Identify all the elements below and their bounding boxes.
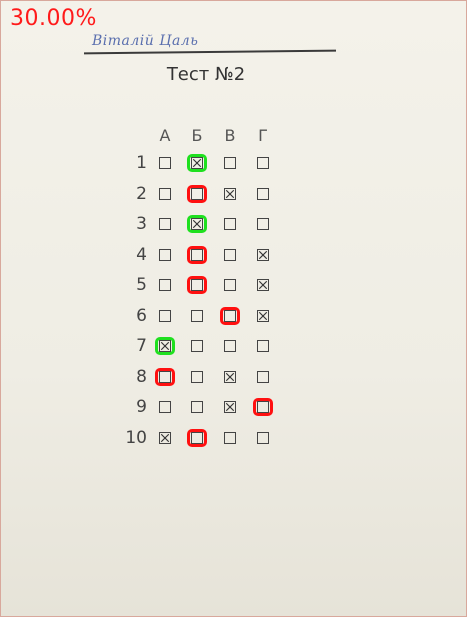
question-number-10: 10: [125, 428, 147, 448]
answer-box-q10-g: [257, 432, 269, 444]
answer-box-q5-v: [224, 279, 236, 291]
answer-box-q10-v: [224, 432, 236, 444]
question-number-3: 3: [136, 214, 147, 234]
answer-box-q4-g: [257, 249, 269, 261]
answer-box-q8-v: [224, 371, 236, 383]
answer-box-q3-g: [257, 218, 269, 230]
question-number-4: 4: [136, 245, 147, 265]
answer-box-q9-v: [224, 401, 236, 413]
wrong-mark-q10: [187, 429, 207, 447]
answer-box-q7-v: [224, 340, 236, 352]
wrong-mark-q6: [220, 307, 240, 325]
wrong-mark-q9: [253, 398, 273, 416]
question-number-7: 7: [136, 336, 147, 356]
score-label: 30.00%: [10, 6, 97, 31]
column-header-a: А: [159, 126, 171, 145]
answer-box-q4-v: [224, 249, 236, 261]
wrong-mark-q4: [187, 246, 207, 264]
wrong-mark-q5: [187, 276, 207, 294]
question-number-9: 9: [136, 397, 147, 417]
answer-box-q8-b: [191, 371, 203, 383]
answer-box-q5-g: [257, 279, 269, 291]
name-underline: [83, 49, 337, 55]
wrong-mark-q8: [155, 368, 175, 386]
answer-box-q1-a: [159, 157, 171, 169]
correct-mark-q3: [187, 215, 207, 233]
correct-mark-q7: [155, 337, 175, 355]
answer-box-q1-v: [224, 157, 236, 169]
answer-box-q1-g: [257, 157, 269, 169]
test-title: Тест №2: [166, 64, 246, 85]
answer-box-q3-a: [159, 218, 171, 230]
answer-box-q2-v: [224, 188, 236, 200]
answer-box-q3-v: [224, 218, 236, 230]
column-header-b: Б: [191, 126, 203, 145]
answer-box-q5-a: [159, 279, 171, 291]
answer-box-q9-a: [159, 401, 171, 413]
student-name: Віталій Цаль: [92, 33, 199, 49]
answer-box-q2-a: [159, 188, 171, 200]
answer-box-q7-g: [257, 340, 269, 352]
question-number-6: 6: [136, 306, 147, 326]
wrong-mark-q2: [187, 185, 207, 203]
answer-box-q6-b: [191, 310, 203, 322]
question-number-1: 1: [136, 153, 147, 173]
answer-box-q7-b: [191, 340, 203, 352]
answer-box-q8-g: [257, 371, 269, 383]
question-number-2: 2: [136, 184, 147, 204]
column-header-v: В: [224, 126, 236, 145]
correct-mark-q1: [187, 154, 207, 172]
answer-box-q2-g: [257, 188, 269, 200]
answer-box-q9-b: [191, 401, 203, 413]
answer-box-q6-g: [257, 310, 269, 322]
question-number-8: 8: [136, 367, 147, 387]
question-number-5: 5: [136, 275, 147, 295]
answer-box-q4-a: [159, 249, 171, 261]
answer-sheet: 30.00% Віталій Цаль Тест №2 А Б В Г 1 2 3 4…: [0, 0, 467, 617]
answer-box-q6-a: [159, 310, 171, 322]
column-header-g: Г: [258, 126, 268, 145]
answer-box-q10-a: [159, 432, 171, 444]
